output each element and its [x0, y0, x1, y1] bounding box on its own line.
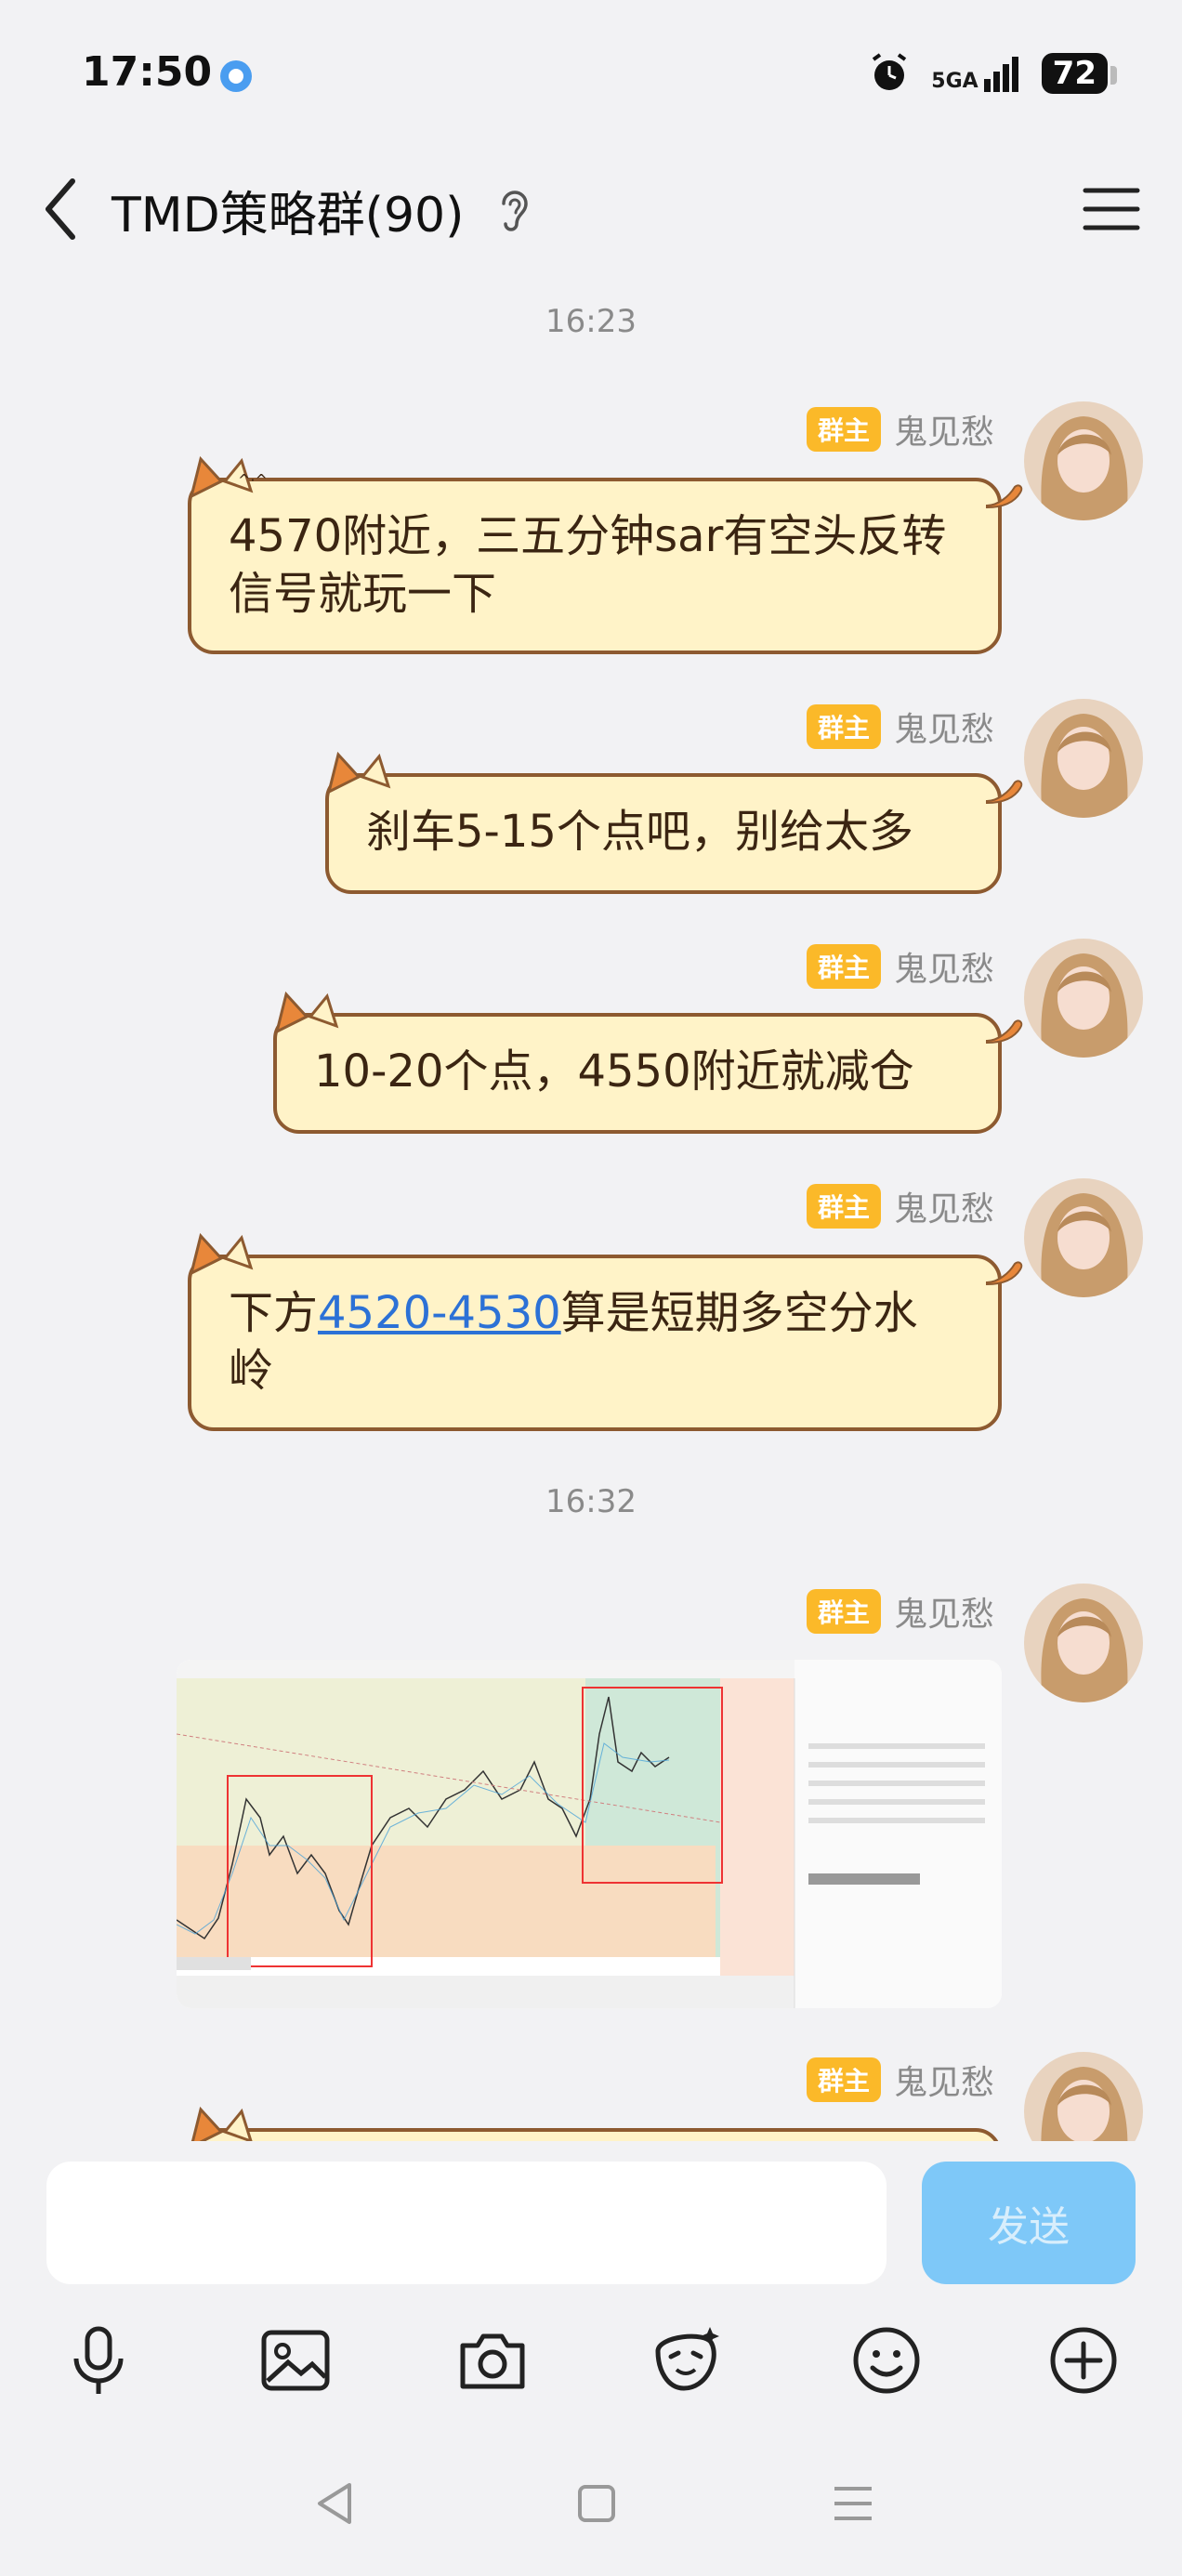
message-text: 刹车5-15个点吧，别给太多: [366, 806, 913, 858]
cat-ears-icon: ^·^: [189, 455, 268, 498]
message-input[interactable]: [46, 2162, 886, 2284]
cat-ears-icon: [189, 1232, 254, 1275]
message-sender: 群主 鬼见愁: [806, 942, 994, 991]
avatar-image: [1024, 699, 1143, 818]
sender-name: 鬼见愁: [893, 951, 994, 989]
message-bubble[interactable]: 10-20个点，4550附近就减仓: [273, 991, 1023, 1134]
owner-badge: 群主: [806, 407, 881, 452]
battery-level: 72: [1041, 53, 1118, 94]
svg-text:^·^: ^·^: [238, 471, 268, 489]
owner-badge: 群主: [806, 1589, 881, 1634]
alarm-icon: [873, 53, 907, 90]
status-time: 17:50: [82, 48, 213, 96]
image-icon[interactable]: [258, 2323, 333, 2398]
signal-icon: [983, 57, 1018, 92]
mic-icon[interactable]: [61, 2323, 136, 2398]
avatar-image: [1024, 1584, 1143, 1702]
message-text: 4570附近，三五分钟sar有空头反转信号就玩一下: [229, 510, 947, 620]
avatar-image: [1024, 1178, 1143, 1297]
sender-name: 鬼见愁: [893, 1190, 994, 1229]
owner-badge: 群主: [806, 944, 881, 989]
chat-title: TMD策略群(90): [112, 188, 465, 243]
plus-icon[interactable]: [1046, 2323, 1121, 2398]
avatar-image: [1024, 939, 1143, 1058]
message-sender: 群主 鬼见愁: [806, 2056, 994, 2104]
owner-badge: 群主: [806, 2057, 881, 2102]
sender-name: 鬼见愁: [893, 2064, 994, 2102]
timestamp: 16:32: [545, 1483, 637, 1520]
input-toolbar: [0, 2323, 1182, 2407]
sender-name: 鬼见愁: [893, 1596, 994, 1634]
timestamp: 16:23: [545, 303, 637, 340]
message-sender: 群主 鬼见愁: [806, 1182, 994, 1230]
nav-home-icon[interactable]: [569, 2476, 624, 2531]
sticker-icon[interactable]: [650, 2323, 725, 2398]
owner-badge: 群主: [806, 1184, 881, 1229]
back-icon[interactable]: [37, 172, 84, 246]
message-bubble[interactable]: 刹车5-15个点吧，别给太多: [325, 751, 1023, 894]
menu-icon[interactable]: [1082, 181, 1141, 237]
avatar-image: [1024, 401, 1143, 520]
nav-back-icon[interactable]: [309, 2476, 364, 2531]
avatar[interactable]: [1024, 1584, 1143, 1702]
cat-tail-icon: [986, 1019, 1023, 1045]
message-sender: 群主 鬼见愁: [806, 1587, 994, 1636]
message-bubble[interactable]: ^·^ 4570附近，三五分钟sar有空头反转信号就玩一下: [188, 455, 1023, 654]
status-bar: 17:50 5GA 72: [0, 0, 1182, 153]
chat-header: TMD策略群(90): [0, 153, 1182, 265]
cat-tail-icon: [986, 780, 1023, 805]
image-message[interactable]: [177, 1660, 1002, 2008]
cat-tail-icon: [986, 1261, 1023, 1286]
message-sender: 群主 鬼见愁: [806, 703, 994, 751]
cat-ears-icon: [326, 751, 391, 794]
send-button[interactable]: 发送: [922, 2162, 1136, 2284]
system-navigation-bar: [0, 2476, 1182, 2550]
avatar[interactable]: [1024, 401, 1143, 520]
camera-icon[interactable]: [455, 2323, 530, 2398]
avatar[interactable]: [1024, 699, 1143, 818]
cat-tail-icon: [986, 484, 1023, 509]
chart-screenshot-image: [177, 1660, 1002, 2008]
cat-ears-icon: [274, 991, 339, 1033]
network-type: 5GA: [931, 70, 978, 93]
message-text: 10-20个点，4550附近就减仓: [314, 1045, 914, 1097]
nav-recents-icon[interactable]: [825, 2476, 881, 2531]
app-notification-icon: [220, 60, 252, 92]
sender-name: 鬼见愁: [893, 711, 994, 749]
ear-icon[interactable]: [494, 187, 532, 235]
message-bubble[interactable]: 下方4520-4530算是短期多空分水岭: [188, 1232, 1023, 1431]
owner-badge: 群主: [806, 704, 881, 749]
emoji-icon[interactable]: [849, 2323, 924, 2398]
message-link[interactable]: 4520-4530: [318, 1287, 561, 1339]
sender-name: 鬼见愁: [893, 414, 994, 452]
avatar[interactable]: [1024, 1178, 1143, 1297]
input-panel: 发送: [0, 2141, 1182, 2576]
avatar[interactable]: [1024, 939, 1143, 1058]
message-text-prefix: 下方: [229, 1287, 319, 1339]
message-sender: 群主 鬼见愁: [806, 405, 994, 453]
